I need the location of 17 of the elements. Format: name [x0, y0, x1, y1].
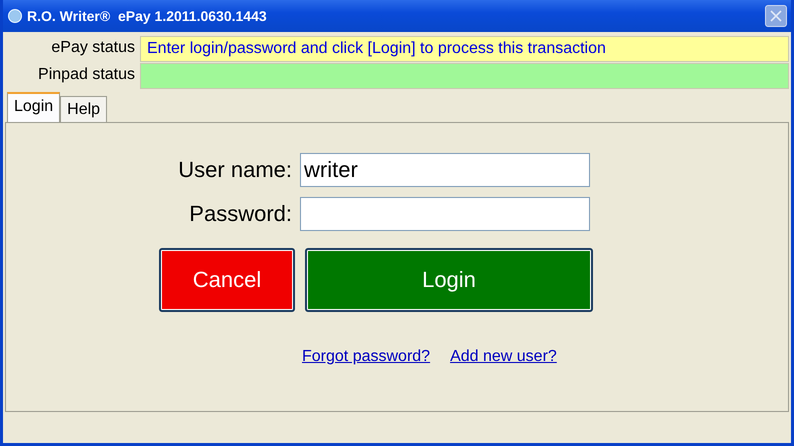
status-label: Pinpad status: [37, 65, 135, 85]
status-field: Enter login/password and click [Login] to process this transaction: [140, 36, 789, 62]
login-button[interactable]: Login: [305, 248, 593, 312]
close-icon: [769, 9, 783, 23]
input-field[interactable]: writer: [300, 153, 590, 187]
link[interactable]: Forgot password?: [302, 348, 430, 366]
tab[interactable]: Login: [7, 92, 60, 122]
window-title: R.O. Writer® ePay 1.2011.0630.1443: [27, 8, 267, 24]
close-button[interactable]: [765, 5, 787, 27]
cancel-button[interactable]: Cancel: [159, 248, 295, 312]
status-label: ePay status: [50, 38, 135, 58]
app-icon: [8, 9, 22, 23]
field-label: User name:: [177, 157, 292, 183]
input-field[interactable]: [300, 197, 590, 231]
link[interactable]: Add new user?: [450, 348, 557, 366]
field-label: Password:: [188, 201, 292, 227]
tab[interactable]: Help: [60, 96, 108, 122]
